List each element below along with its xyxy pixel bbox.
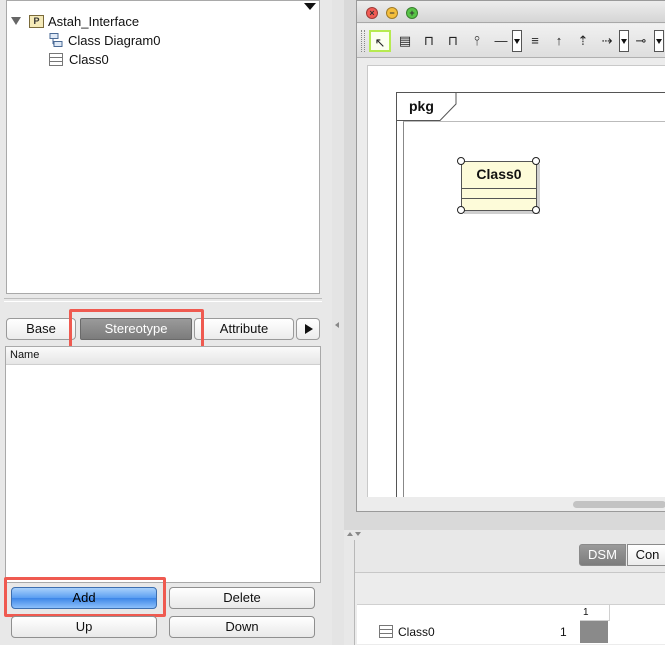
dsm-row-label: Class0 <box>398 625 435 639</box>
subsystem-tool-icon[interactable]: ⊓ <box>442 30 464 52</box>
association-tool-icon[interactable]: — <box>490 30 512 52</box>
class-tool-icon[interactable]: ▤ <box>394 30 416 52</box>
tab-attribute[interactable]: Attribute <box>194 318 294 340</box>
project-tree[interactable]: P Astah_Interface Class Diagram0 Class0 <box>6 0 320 294</box>
splitter-arrows-icon[interactable] <box>346 531 362 537</box>
usage-dropdown-icon[interactable] <box>654 30 664 52</box>
scrollbar-thumb[interactable] <box>573 501 665 508</box>
dependency-dropdown-icon[interactable] <box>619 30 629 52</box>
package-frame[interactable]: pkg <box>396 92 665 499</box>
association-dropdown-icon[interactable] <box>512 30 522 52</box>
stereotype-list[interactable]: Name <box>5 346 321 583</box>
class-diagram-icon <box>49 33 63 47</box>
diagram-toolbar: ↖ ▤ ⊓ ⊓ ⫯ — ≡ ↑ ⇡ ⇢ ⊸ <box>357 24 665 58</box>
toolbar-grip[interactable] <box>361 30 365 52</box>
horizontal-scrollbar[interactable] <box>367 497 665 511</box>
diagram-window: × − + ↖ ▤ ⊓ ⊓ ⫯ — ≡ ↑ ⇡ ⇢ ⊸ pkg Class0 <box>356 0 665 512</box>
bottom-splitter[interactable] <box>344 530 665 538</box>
bottom-panel: DSM Con 1 Class0 1 <box>354 540 665 645</box>
tab-con[interactable]: Con <box>627 544 665 566</box>
tree-item-label: Class Diagram0 <box>68 32 161 48</box>
project-package-icon: P <box>29 14 44 28</box>
tree-item-class-diagram[interactable]: Class Diagram0 <box>49 31 160 49</box>
generalization-tool-icon[interactable]: ↑ <box>548 30 570 52</box>
tree-dropdown-icon[interactable] <box>300 0 320 12</box>
dsm-table[interactable]: 1 Class0 1 <box>357 604 665 644</box>
resize-handle[interactable] <box>532 157 540 165</box>
dsm-cell-self[interactable] <box>580 621 608 643</box>
dsm-column-header: 1 <box>580 605 610 621</box>
class-icon <box>379 625 393 638</box>
window-titlebar[interactable]: × − + <box>357 1 665 23</box>
dsm-row-index: 1 <box>560 625 567 639</box>
tree-item-root[interactable]: P Astah_Interface <box>11 12 139 30</box>
left-panel: P Astah_Interface Class Diagram0 Class0 … <box>0 0 332 645</box>
class-element[interactable]: Class0 <box>457 157 540 214</box>
aggregation-tool-icon[interactable]: ≡ <box>524 30 546 52</box>
add-highlight-annotation <box>4 577 166 617</box>
package-tool-icon[interactable]: ⊓ <box>418 30 440 52</box>
diagram-canvas[interactable]: pkg Class0 <box>367 65 665 499</box>
tree-item-label: Class0 <box>69 51 109 67</box>
package-label[interactable]: pkg <box>409 98 434 114</box>
select-tool-icon[interactable]: ↖ <box>369 30 391 52</box>
usage-tool-icon[interactable]: ⊸ <box>630 30 652 52</box>
tab-dsm[interactable]: DSM <box>579 544 626 566</box>
minimize-icon[interactable]: − <box>386 7 398 19</box>
tab-scroll-right-icon[interactable] <box>296 318 320 340</box>
class-operation-divider <box>462 198 536 199</box>
tab-base[interactable]: Base <box>6 318 76 340</box>
resize-handle[interactable] <box>532 206 540 214</box>
up-button[interactable]: Up <box>11 616 157 638</box>
close-icon[interactable]: × <box>366 7 378 19</box>
tree-item-label: Astah_Interface <box>48 13 140 29</box>
realization-tool-icon[interactable]: ⇡ <box>572 30 594 52</box>
dependency-tool-icon[interactable]: ⇢ <box>596 30 618 52</box>
horizontal-splitter[interactable] <box>0 296 332 302</box>
tree-item-class[interactable]: Class0 <box>49 50 109 68</box>
tree-expand-icon[interactable] <box>11 17 21 25</box>
column-header-name[interactable]: Name <box>6 347 320 365</box>
class-name[interactable]: Class0 <box>462 166 536 182</box>
resize-handle[interactable] <box>457 206 465 214</box>
class-attribute-divider <box>462 188 536 189</box>
delete-button[interactable]: Delete <box>169 587 315 609</box>
down-button[interactable]: Down <box>169 616 315 638</box>
zoom-icon[interactable]: + <box>406 7 418 19</box>
vertical-splitter[interactable] <box>332 0 344 645</box>
tab-highlight-annotation <box>69 309 204 349</box>
class-icon <box>49 52 63 66</box>
resize-handle[interactable] <box>457 157 465 165</box>
interface-tool-icon[interactable]: ⫯ <box>466 30 488 52</box>
table-row[interactable]: Class0 1 <box>357 621 665 643</box>
